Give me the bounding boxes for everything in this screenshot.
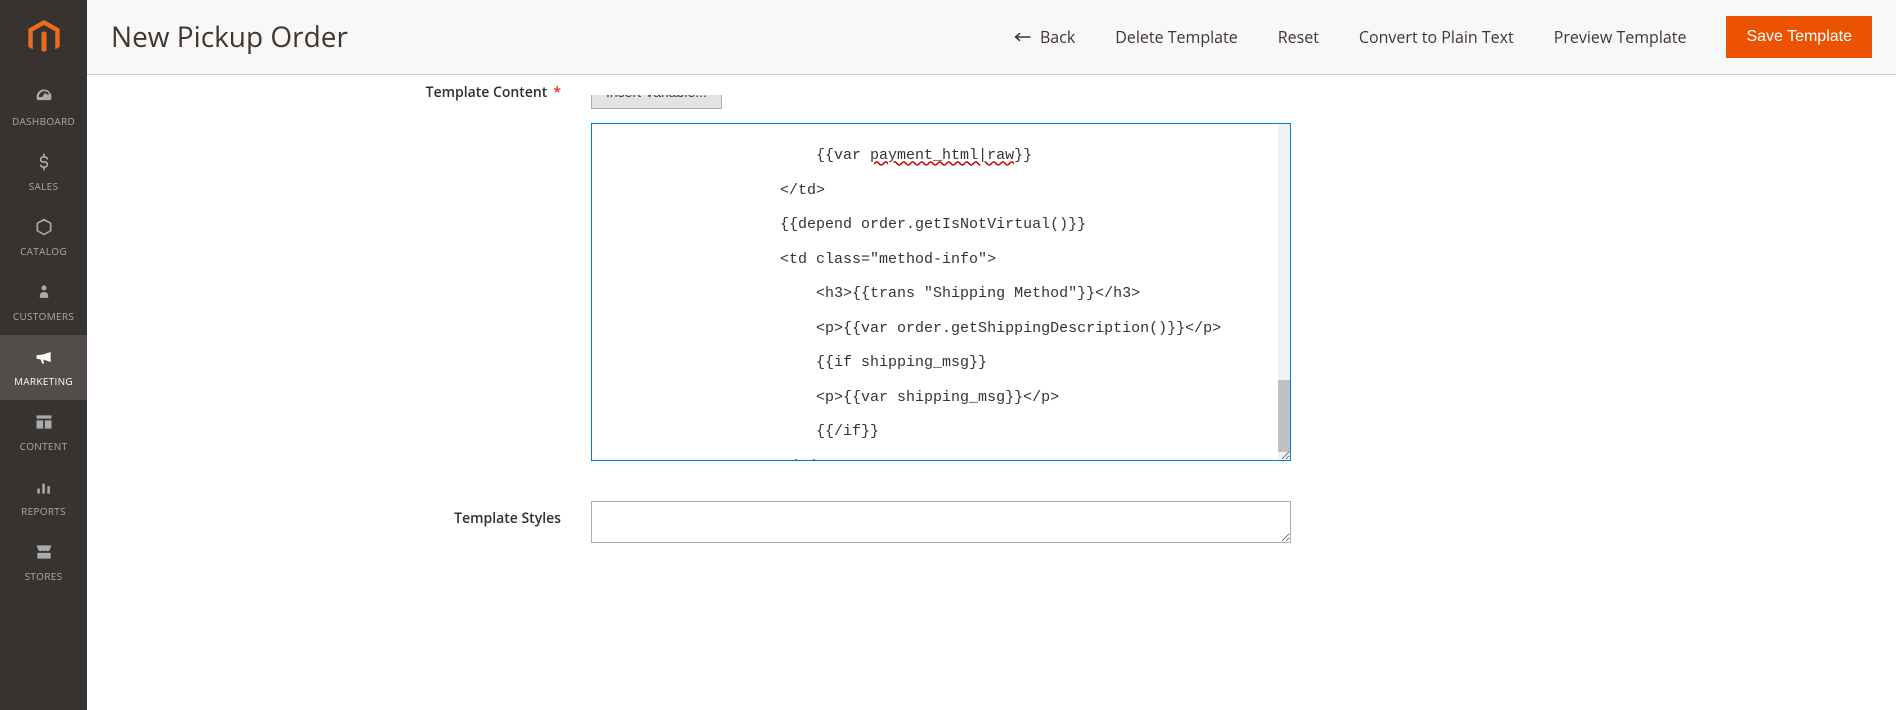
scrollbar-thumb[interactable]: [1278, 380, 1290, 452]
convert-plain-text-button[interactable]: Convert to Plain Text: [1359, 26, 1514, 48]
scrollbar[interactable]: [1278, 124, 1290, 460]
template-styles-field: [591, 501, 1291, 548]
stores-icon: [34, 542, 54, 565]
main: New Pickup Order Back Delete Template Re…: [87, 0, 1896, 618]
megaphone-icon: [34, 347, 54, 370]
template-styles-row: Template Styles: [111, 501, 1872, 548]
sidebar-item-label: SALES: [29, 179, 59, 193]
sidebar-item-content[interactable]: CONTENT: [0, 400, 87, 465]
required-indicator: *: [553, 83, 561, 102]
template-styles-textarea[interactable]: [591, 501, 1291, 543]
back-button[interactable]: Back: [1014, 26, 1075, 48]
dollar-icon: [34, 152, 54, 175]
template-content-label: Template Content*: [111, 75, 591, 461]
template-content-row: Template Content* Insert Variable... {{v…: [111, 75, 1872, 461]
sidebar-item-label: REPORTS: [21, 504, 66, 518]
insert-variable-button[interactable]: Insert Variable...: [591, 75, 722, 109]
header-actions: Back Delete Template Reset Convert to Pl…: [1014, 16, 1872, 58]
delete-template-button[interactable]: Delete Template: [1115, 26, 1237, 48]
template-content-textarea[interactable]: {{var payment_html|raw}} </td> {{depend …: [591, 123, 1291, 461]
sidebar-item-stores[interactable]: STORES: [0, 530, 87, 595]
sidebar-item-label: CATALOG: [20, 244, 67, 258]
sidebar-item-dashboard[interactable]: DASHBOARD: [0, 75, 87, 140]
sidebar-item-reports[interactable]: REPORTS: [0, 465, 87, 530]
reset-button[interactable]: Reset: [1278, 26, 1319, 48]
preview-template-button[interactable]: Preview Template: [1554, 26, 1687, 48]
magento-logo-icon: [28, 20, 60, 56]
sidebar-item-label: MARKETING: [14, 374, 73, 388]
sidebar-item-sales[interactable]: SALES: [0, 140, 87, 205]
save-template-button[interactable]: Save Template: [1726, 16, 1872, 58]
gauge-icon: [34, 87, 54, 110]
page-title: New Pickup Order: [111, 18, 348, 56]
sidebar-item-label: CUSTOMERS: [13, 309, 74, 323]
sidebar-item-label: DASHBOARD: [12, 114, 75, 128]
sidebar-item-catalog[interactable]: CATALOG: [0, 205, 87, 270]
sidebar-item-marketing[interactable]: MARKETING: [0, 335, 87, 400]
template-content-field: Insert Variable... {{var payment_html|ra…: [591, 75, 1291, 461]
bars-icon: [34, 477, 54, 500]
box-icon: [34, 217, 54, 240]
sidebar-logo[interactable]: [0, 0, 87, 75]
sidebar-item-customers[interactable]: CUSTOMERS: [0, 270, 87, 335]
person-icon: [34, 282, 54, 305]
back-arrow-icon: [1014, 26, 1032, 48]
sidebar-item-label: STORES: [25, 569, 63, 583]
template-styles-label: Template Styles: [111, 501, 591, 548]
sidebar-item-label: CONTENT: [20, 439, 68, 453]
content: Template Content* Insert Variable... {{v…: [87, 75, 1896, 618]
sidebar: DASHBOARD SALES CATALOG CUSTOMERS MARKET…: [0, 0, 87, 710]
layout-icon: [34, 412, 54, 435]
header: New Pickup Order Back Delete Template Re…: [87, 0, 1896, 75]
